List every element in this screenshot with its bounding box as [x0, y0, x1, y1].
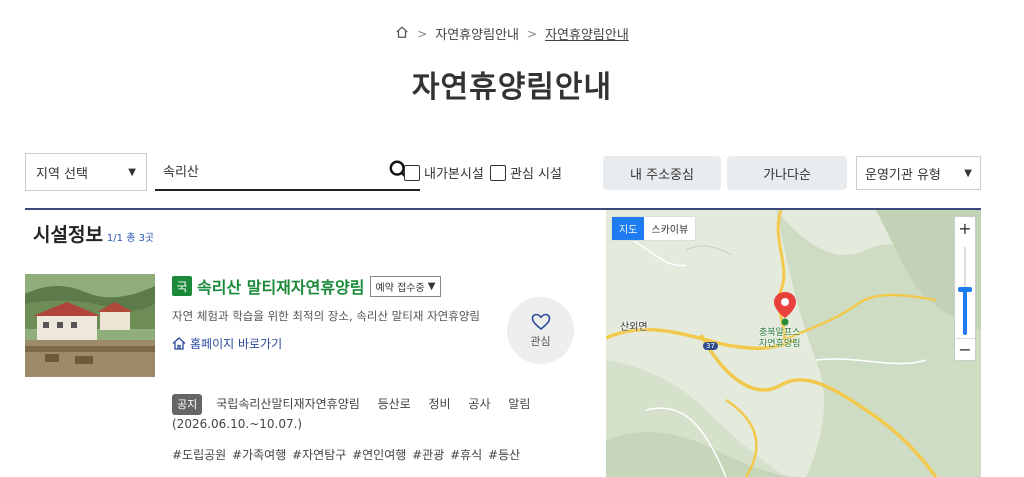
notice[interactable]: 공지 국립속리산말티재자연휴양림 등산로 정비 공사 알림 (2026.06.10… [172, 394, 577, 434]
triangle-down-icon: ▼ [427, 280, 436, 292]
facility-thumbnail[interactable] [25, 274, 155, 377]
chevron-right-icon: > [527, 26, 538, 41]
operator-type-value: 운영기관 유형 [865, 167, 941, 183]
facility-section-title: 시설정보 [33, 224, 103, 246]
interest-checkbox[interactable]: 관심 시설 [490, 163, 562, 182]
map-view-button[interactable]: 지도 [612, 217, 645, 240]
visited-checkbox[interactable]: 내가본시설 [404, 163, 484, 182]
chevron-right-icon: > [417, 26, 428, 41]
map[interactable]: 산외면 37 충북알프스 자연휴양림 지도 스카이뷰 + − [606, 210, 981, 477]
checkbox-box[interactable] [404, 164, 420, 181]
near-address-button[interactable]: 내 주소중심 [603, 156, 721, 190]
chevron-down-icon: ▼ [964, 167, 972, 179]
notice-text: 국립속리산말티재자연휴양림 등산로 정비 공사 알림 (2026.06.10.~… [172, 397, 531, 431]
zoom-in-button[interactable]: + [955, 217, 975, 239]
breadcrumb-current[interactable]: 자연휴양림안내 [545, 24, 629, 43]
facility-name-row: 국 속리산 말티재자연휴양림 예약 접수중 ▼ [172, 274, 582, 298]
facility-description: 자연 체험과 학습을 위한 최적의 장소, 속리산 말티재 자연휴양림 [172, 309, 480, 323]
home-icon [172, 337, 186, 350]
zoom-slider-handle[interactable] [958, 287, 972, 292]
favorite-button[interactable]: 관심 [507, 297, 574, 364]
route-shield: 37 [703, 342, 718, 350]
facility-name[interactable]: 속리산 말티재자연휴양림 [197, 274, 365, 298]
zoom-out-button[interactable]: − [955, 338, 975, 360]
reserve-status-label: 예약 접수중 [375, 282, 425, 294]
facility-count: 1/1 총 3곳 [106, 233, 155, 244]
map-label-town: 산외면 [620, 322, 648, 333]
homepage-link-label: 홈페이지 바로가기 [190, 337, 283, 351]
sort-alpha-button[interactable]: 가나다순 [727, 156, 847, 190]
facility-tags: #도립공원 #가족여행 #자연탐구 #연인여행 #관광 #휴식 #등산 [172, 448, 521, 462]
map-poi-label[interactable]: 충북알프스 자연휴양림 [759, 328, 800, 350]
visited-checkbox-label: 내가본시설 [424, 167, 484, 182]
skyview-button[interactable]: 스카이뷰 [644, 217, 695, 240]
zoom-fill [963, 289, 967, 335]
reserve-status-dropdown[interactable]: 예약 접수중 ▼ [369, 275, 442, 297]
map-poi-line1: 충북알프스 [759, 328, 801, 338]
favorite-label: 관심 [530, 334, 551, 348]
national-badge: 국 [172, 276, 192, 296]
zoom-control: + − [954, 216, 976, 361]
notice-badge: 공지 [172, 394, 203, 415]
search-input[interactable] [155, 153, 385, 187]
page-title: 자연휴양림안내 [411, 70, 613, 105]
search-box [155, 153, 420, 191]
chevron-down-icon: ▼ [128, 166, 136, 178]
map-type-toggle: 지도 스카이뷰 [611, 216, 697, 241]
region-select-value: 지역 선택 [36, 166, 88, 182]
breadcrumb-level1[interactable]: 자연휴양림안내 [435, 24, 519, 43]
region-select[interactable]: 지역 선택 ▼ [25, 153, 147, 191]
checkbox-box[interactable] [490, 164, 506, 181]
heart-icon [531, 313, 550, 330]
interest-checkbox-label: 관심 시설 [510, 167, 562, 182]
breadcrumb: > 자연휴양림안내 > 자연휴양림안내 [0, 24, 1024, 43]
map-poi-line2: 자연휴양림 [759, 339, 801, 349]
filter-bar: 지역 선택 ▼ 내가본시설 관심 시설 내 주소중심 가나다순 운영기관 유형 … [25, 153, 981, 191]
operator-type-select[interactable]: 운영기관 유형 ▼ [856, 156, 981, 190]
home-icon[interactable] [395, 25, 409, 43]
facility-header: 시설정보 1/1 총 3곳 [33, 220, 154, 247]
